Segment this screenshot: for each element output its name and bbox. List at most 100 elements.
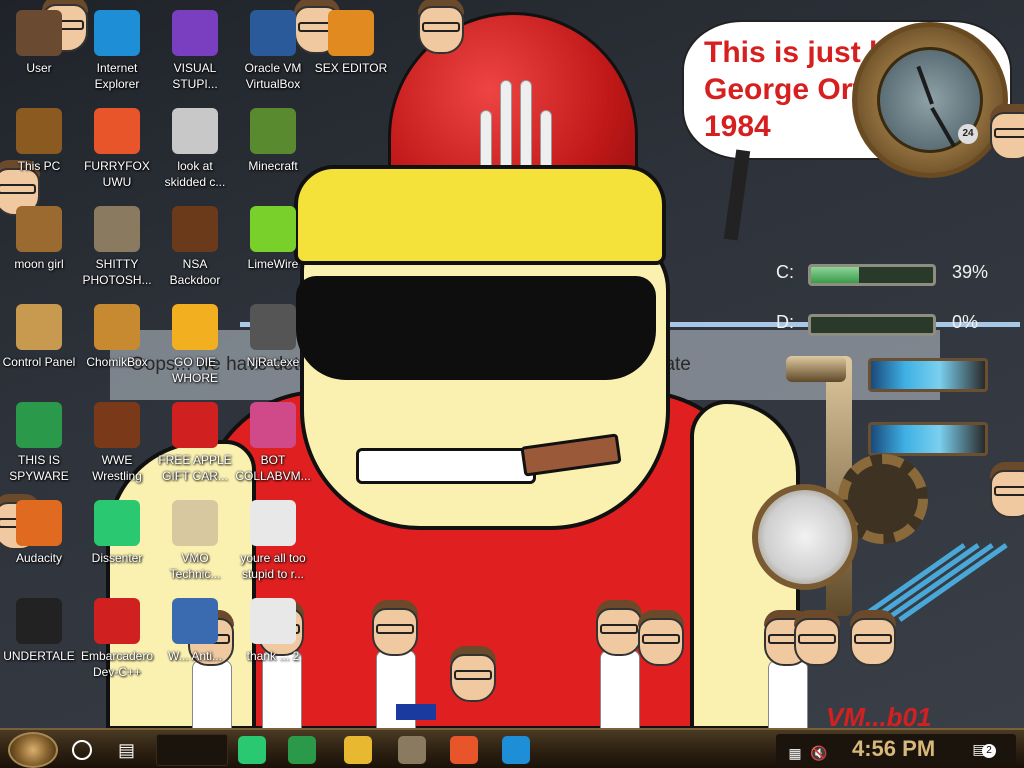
user-icon — [16, 10, 62, 56]
desktop-icon-label: VISUAL STUPI... — [172, 61, 218, 91]
task-view-icon[interactable]: ▤ — [118, 740, 140, 760]
desktop-icon[interactable]: Embarcadero Dev-C++ — [78, 592, 156, 688]
desktop-icon[interactable]: WWE Wrestling — [78, 396, 156, 492]
cartoon-head-sticker — [986, 462, 1024, 522]
desktop-icon[interactable]: Dissenter — [78, 494, 156, 590]
desktop-icon[interactable]: User — [0, 4, 78, 100]
desktop-icon-label: Oracle VM VirtualBox — [244, 61, 302, 91]
desktop-icon-label: look at skidded c... — [164, 159, 226, 189]
virtualbox-icon — [250, 10, 296, 56]
file-explorer-icon[interactable] — [344, 736, 372, 764]
cartoon-head-sticker — [790, 610, 844, 670]
shield-icon — [172, 598, 218, 644]
desktop-icon[interactable]: ChomikBox — [78, 298, 156, 394]
clock-24-badge: 24 — [958, 124, 978, 144]
cartoon-face — [300, 230, 670, 530]
drive-meter-d[interactable]: D: 0% — [742, 308, 1012, 338]
desktop-icon[interactable]: VMO Technic... — [156, 494, 234, 590]
desktop-icon[interactable]: GO DIE WHORE — [156, 298, 234, 394]
notification-count-badge: 2 — [982, 744, 996, 758]
cartoon-head-sticker — [986, 104, 1024, 164]
technician-icon — [172, 500, 218, 546]
helmet-hand-logo — [478, 70, 558, 180]
volume-muted-icon[interactable]: 🔇 — [810, 744, 828, 762]
document-icon — [250, 598, 296, 644]
desktop-icon-label: NSA Backdoor — [169, 257, 221, 287]
desktop-icon[interactable]: VISUAL STUPI... — [156, 4, 234, 100]
start-button[interactable] — [8, 732, 58, 768]
desktop-icon[interactable]: youre all too stupid to r... — [234, 494, 312, 590]
clock-widget[interactable]: 24 — [852, 22, 1008, 178]
desktop-icon[interactable]: W... Anti... — [156, 592, 234, 688]
desktop-icon[interactable]: BOT COLLABVM... — [234, 396, 312, 492]
visual-studio-icon — [172, 10, 218, 56]
desktop[interactable]: Oops... we have detected that this has b… — [0, 0, 1024, 728]
chrome-icon[interactable] — [288, 736, 316, 764]
safe-icon — [172, 206, 218, 252]
steampunk-pipe — [786, 356, 846, 382]
cartoon-pants — [396, 704, 436, 720]
desktop-icon-label: FURRYFOX UWU — [84, 159, 150, 189]
desktop-icon[interactable]: Internet Explorer — [78, 4, 156, 100]
face-icon — [250, 500, 296, 546]
desktop-icon[interactable]: Minecraft — [234, 102, 312, 198]
desktop-icon-label: VMO Technic... — [169, 551, 221, 581]
desktop-icon[interactable]: NjRat.exe — [234, 298, 312, 394]
apple-icon — [172, 402, 218, 448]
network-icon[interactable]: ▦ — [786, 744, 804, 762]
cpu-gauge[interactable] — [752, 484, 858, 590]
desktop-icon-label: WWE Wrestling — [92, 453, 142, 483]
speech-bubble-tail — [723, 149, 751, 241]
desktop-icon[interactable]: SEX EDITOR — [312, 4, 390, 100]
desktop-icon[interactable]: THIS IS SPYWARE — [0, 396, 78, 492]
gimp-icon — [94, 206, 140, 252]
desktop-icon[interactable]: NSA Backdoor — [156, 200, 234, 296]
clock-minute-hand — [930, 107, 956, 148]
desktop-icon[interactable]: FURRYFOX UWU — [78, 102, 156, 198]
cpu-meter-tube[interactable] — [868, 358, 988, 392]
chrome-icon — [16, 402, 62, 448]
desktop-icon-label: Internet Explorer — [94, 61, 140, 91]
copy-icon — [172, 108, 218, 154]
desktop-icon-label: moon girl — [14, 257, 64, 271]
desktop-icon-label: ChomikBox — [86, 355, 148, 369]
desktop-icon[interactable]: Oracle VM VirtualBox — [234, 4, 312, 100]
desktop-icon-label: youre all too stupid to r... — [240, 551, 306, 581]
unity-icon — [16, 598, 62, 644]
taskbar-clock[interactable]: 4:56 PM — [852, 736, 935, 762]
drive-meter-c[interactable]: C: 39% — [742, 258, 1012, 288]
desktop-icon-label: Minecraft — [248, 159, 298, 173]
ram-meter-tube[interactable] — [868, 422, 988, 456]
drive-label: D: — [776, 312, 794, 332]
cartoon-headband — [294, 165, 666, 265]
skull-icon — [250, 304, 296, 350]
desktop-icon[interactable]: UNDERTALE — [0, 592, 78, 688]
gimp-icon[interactable] — [398, 736, 426, 764]
desktop-icon[interactable]: This PC — [0, 102, 78, 198]
taskbar-search-box[interactable] — [156, 734, 228, 766]
desktop-icon[interactable]: Control Panel — [0, 298, 78, 394]
firefox-icon[interactable] — [450, 736, 478, 764]
desktop-icon-label: W... Anti... — [167, 649, 223, 663]
lightbulb-icon — [16, 304, 62, 350]
computer-icon — [16, 108, 62, 154]
desktop-icon[interactable]: moon girl — [0, 200, 78, 296]
cartoon-head-sticker — [368, 600, 422, 660]
minecraft-icon — [250, 108, 296, 154]
search-icon[interactable] — [72, 740, 92, 760]
desktop-icon[interactable]: thank ... 2 — [234, 592, 312, 688]
desktop-icon[interactable]: FREE APPLE GIFT CAR... — [156, 396, 234, 492]
desktop-icon-label: Embarcadero Dev-C++ — [80, 649, 154, 679]
drive-label: C: — [776, 262, 794, 282]
dissenter-icon[interactable] — [238, 736, 266, 764]
desktop-icon[interactable]: SHITTY PHOTOSH... — [78, 200, 156, 296]
desktop-icon-label: FREE APPLE GIFT CAR... — [158, 453, 232, 483]
desktop-icon[interactable]: look at skidded c... — [156, 102, 234, 198]
wwe-icon — [94, 402, 140, 448]
cartoon-body — [768, 660, 808, 728]
edge-icon[interactable] — [502, 736, 530, 764]
limewire-icon — [250, 206, 296, 252]
desktop-icon[interactable]: LimeWire — [234, 200, 312, 296]
desktop-icon[interactable]: Audacity — [0, 494, 78, 590]
drive-percent: 39% — [952, 262, 989, 282]
